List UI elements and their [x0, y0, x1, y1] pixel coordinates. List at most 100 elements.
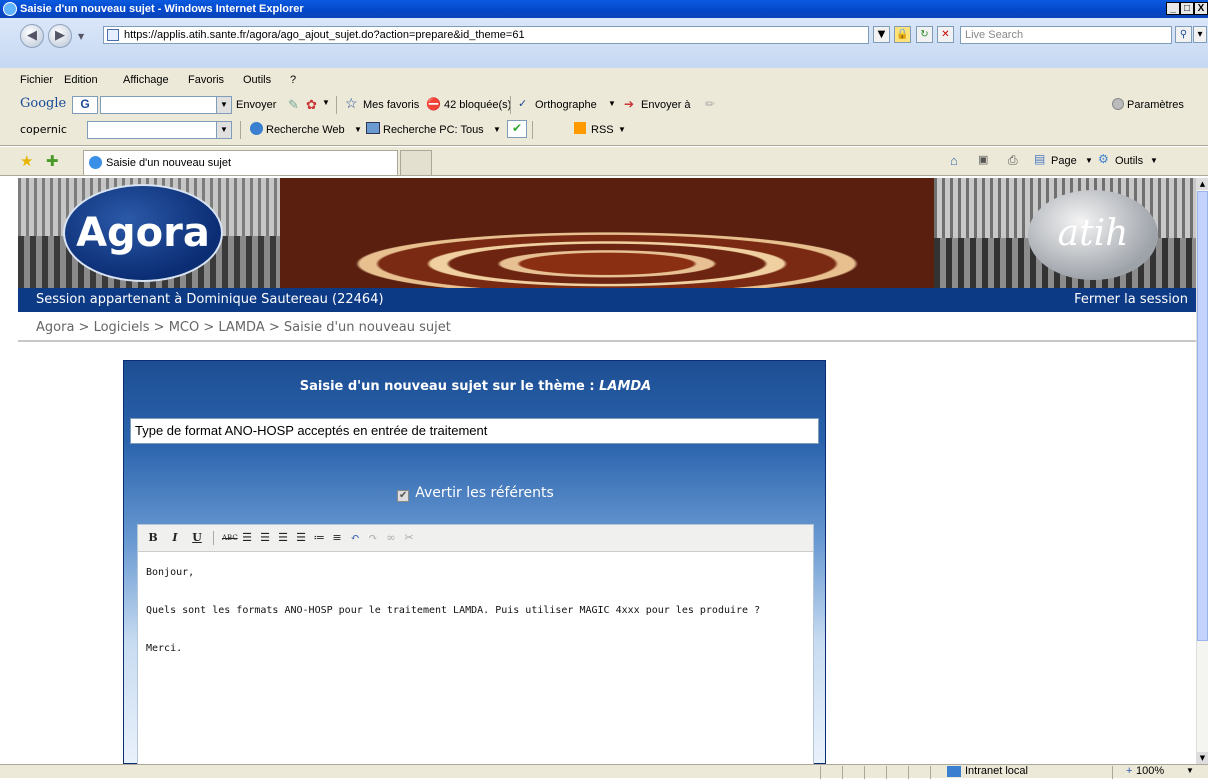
menu-affichage[interactable]: Affichage: [123, 74, 169, 86]
address-dropdown-icon[interactable]: ▼: [873, 26, 890, 43]
favorites-star-icon[interactable]: ★: [20, 152, 33, 170]
agora-logo[interactable]: Agora: [63, 184, 223, 282]
zoom-level[interactable]: 100%: [1136, 765, 1164, 777]
send-to-icon: ➔: [624, 97, 635, 111]
menu-favoris[interactable]: Favoris: [188, 74, 224, 86]
search-icon[interactable]: ⚲: [1175, 26, 1192, 43]
ie-page-icon: [89, 156, 102, 169]
atih-logo[interactable]: atih: [1028, 190, 1158, 280]
new-tab-button[interactable]: [400, 150, 432, 175]
unlink-icon[interactable]: ✂: [402, 531, 416, 545]
editor-content[interactable]: Bonjour, Quels sont les formats ANO-HOSP…: [146, 563, 806, 658]
tab-label: Saisie d'un nouveau sujet: [106, 157, 232, 169]
editor-toolbar: B I U ABC ☰ ☰ ☰ ☰ ≔ ≡ ↶ ↷ ∞ ✂: [138, 525, 813, 552]
bold-button[interactable]: B: [146, 531, 160, 545]
security-zone[interactable]: Intranet local: [965, 765, 1028, 777]
toolbars: Fichier Edition Affichage Favoris Outils…: [0, 68, 1208, 146]
minimize-button[interactable]: _: [1166, 2, 1180, 15]
scroll-up-icon[interactable]: ▲: [1197, 178, 1208, 190]
zoom-dropdown-icon[interactable]: ▼: [1186, 766, 1194, 775]
send-to-button[interactable]: Envoyer à: [641, 99, 691, 111]
google-send-button[interactable]: Envoyer: [236, 99, 276, 111]
vertical-scrollbar[interactable]: ▲ ▼: [1196, 178, 1208, 764]
pencil-icon[interactable]: ✏: [705, 97, 715, 111]
numbered-list-icon[interactable]: ≡: [330, 531, 344, 545]
lock-icon[interactable]: 🔒: [894, 26, 911, 43]
star-icon[interactable]: ☆: [345, 95, 358, 112]
italic-button[interactable]: I: [168, 531, 182, 545]
feeds-icon[interactable]: ▣: [978, 153, 988, 166]
google-search-combo[interactable]: ▼: [100, 96, 232, 114]
subject-input[interactable]: Type de format ANO-HOSP acceptés en entr…: [130, 418, 819, 444]
tab-active[interactable]: Saisie d'un nouveau sujet: [83, 150, 398, 175]
underline-button[interactable]: U: [190, 531, 204, 545]
undo-icon[interactable]: ↶: [348, 531, 362, 545]
banner-hemicycle-image: [280, 178, 934, 288]
close-button[interactable]: X: [1194, 2, 1208, 15]
align-right-icon[interactable]: ☰: [276, 531, 290, 545]
spellcheck-button[interactable]: Orthographe: [535, 99, 597, 111]
maximize-button[interactable]: □: [1180, 2, 1194, 15]
web-search-dropdown-icon[interactable]: ▼: [354, 125, 362, 134]
breadcrumb[interactable]: Agora > Logiciels > MCO > LAMDA > Saisie…: [18, 320, 1196, 342]
notify-checkbox[interactable]: ✔: [397, 490, 410, 502]
scroll-down-icon[interactable]: ▼: [1197, 752, 1208, 764]
popup-blocked-count[interactable]: 42 bloquée(s): [444, 99, 511, 111]
page-dropdown-icon[interactable]: ▼: [1085, 156, 1093, 165]
rss-button[interactable]: RSS: [591, 124, 614, 136]
refresh-icon[interactable]: ↻: [916, 26, 933, 43]
pc-search-button[interactable]: Recherche PC: Tous: [383, 124, 484, 136]
editor-line: Bonjour,: [146, 567, 195, 578]
google-g-icon[interactable]: G: [72, 96, 98, 114]
page-menu-icon: ▤: [1034, 152, 1046, 166]
add-favorite-icon[interactable]: ✚: [46, 152, 59, 170]
menu-edition[interactable]: Edition: [64, 74, 98, 86]
live-search-input[interactable]: Live Search: [960, 26, 1172, 44]
check-tool-icon[interactable]: ✔: [507, 120, 527, 138]
scroll-thumb[interactable]: [1197, 191, 1208, 641]
notify-referents[interactable]: ✔ Avertir les référents: [124, 485, 827, 502]
bullet-list-icon[interactable]: ≔: [312, 531, 326, 545]
logout-link[interactable]: Fermer la session: [1074, 288, 1188, 312]
editor-line: Quels sont les formats ANO-HOSP pour le …: [146, 605, 761, 616]
address-input[interactable]: https://applis.atih.sante.fr/agora/ago_a…: [103, 26, 869, 44]
menu-help[interactable]: ?: [290, 74, 296, 86]
menu-outils[interactable]: Outils: [243, 74, 271, 86]
highlight-icon[interactable]: ✎: [288, 97, 299, 113]
settings-button[interactable]: Paramètres: [1127, 99, 1184, 111]
session-bar: Session appartenant à Dominique Sauterea…: [18, 288, 1196, 312]
dropdown-icon[interactable]: ▼: [322, 98, 330, 107]
redo-icon[interactable]: ↷: [366, 531, 380, 545]
search-options-icon[interactable]: ▾: [1193, 26, 1207, 43]
home-icon[interactable]: ⌂: [950, 153, 958, 168]
rss-icon: [574, 122, 586, 134]
window-title: Saisie d'un nouveau sujet - Windows Inte…: [20, 3, 304, 15]
copernic-logo[interactable]: copernic: [20, 123, 67, 136]
align-center-icon[interactable]: ☰: [258, 531, 272, 545]
intranet-icon: [947, 766, 961, 777]
align-left-icon[interactable]: ☰: [240, 531, 254, 545]
favorites-button[interactable]: Mes favoris: [363, 99, 419, 111]
tab-row: ★ ✚ Saisie d'un nouveau sujet ⌂ ▣ ⎙ ▤ Pa…: [0, 147, 1208, 176]
back-icon[interactable]: ◀: [20, 24, 44, 48]
rss-dropdown-icon[interactable]: ▼: [618, 125, 626, 134]
rich-text-editor[interactable]: B I U ABC ☰ ☰ ☰ ☰ ≔ ≡ ↶ ↷ ∞ ✂ Bonjour, Q…: [137, 524, 814, 765]
stop-icon[interactable]: ✕: [937, 26, 954, 43]
justify-icon[interactable]: ☰: [294, 531, 308, 545]
pc-search-icon: [366, 122, 380, 134]
strikethrough-icon[interactable]: ABC: [222, 531, 238, 545]
forward-icon[interactable]: ▶: [48, 24, 72, 48]
tools-menu[interactable]: Outils: [1115, 155, 1143, 167]
tools-dropdown-icon[interactable]: ▼: [1150, 156, 1158, 165]
link-icon[interactable]: ∞: [384, 531, 398, 545]
page-menu[interactable]: Page: [1051, 155, 1077, 167]
pc-search-dropdown-icon[interactable]: ▼: [493, 125, 501, 134]
puzzle-icon[interactable]: ✿: [306, 97, 317, 113]
web-search-button[interactable]: Recherche Web: [266, 124, 345, 136]
history-dropdown-icon[interactable]: ▼: [78, 32, 84, 41]
window-title-bar[interactable]: Saisie d'un nouveau sujet - Windows Inte…: [0, 0, 1208, 18]
copernic-search-combo[interactable]: ▼: [87, 121, 232, 139]
menu-fichier[interactable]: Fichier: [20, 74, 53, 86]
spellcheck-dropdown-icon[interactable]: ▼: [608, 99, 616, 108]
print-icon[interactable]: ⎙: [1008, 153, 1018, 168]
